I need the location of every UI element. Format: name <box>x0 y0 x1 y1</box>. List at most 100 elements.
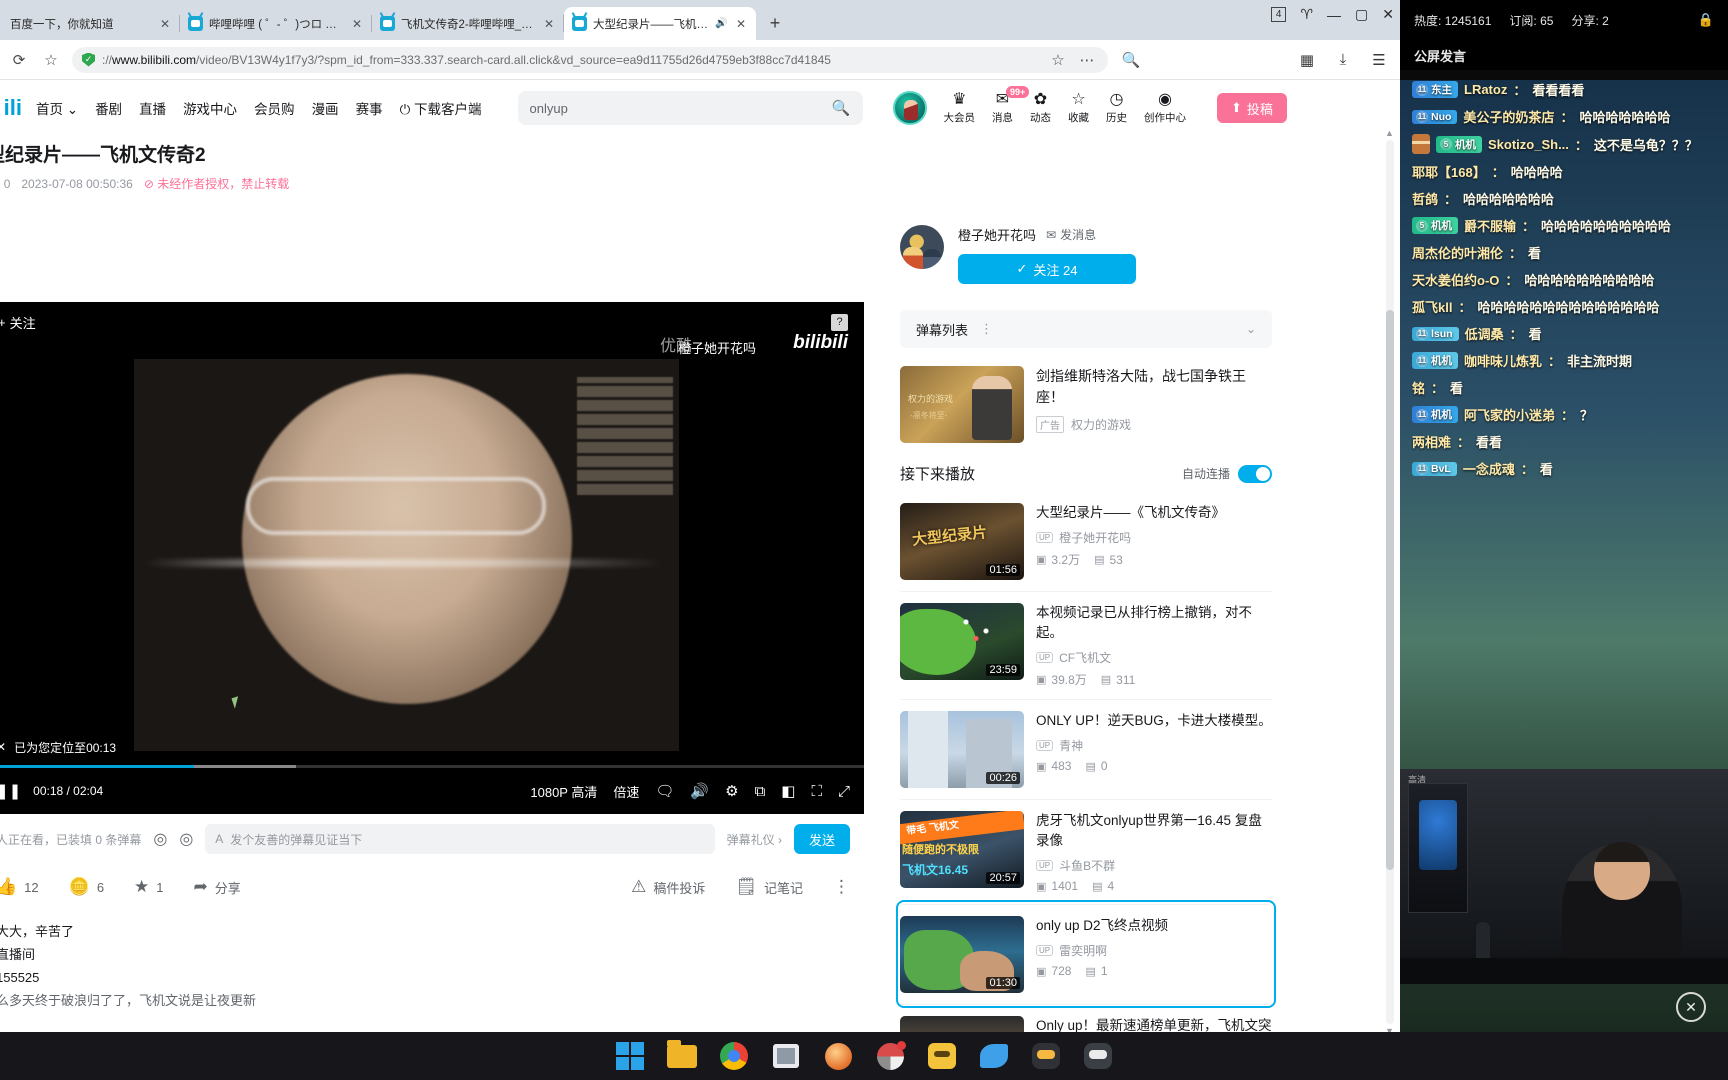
tab-close-icon[interactable]: ✕ <box>734 17 748 31</box>
profile-count-badge[interactable]: 4 <box>1270 7 1287 22</box>
nav-item-home[interactable]: 首页 ⌄ <box>36 98 78 118</box>
header-icon-creator[interactable]: ◉ 创作中心 <box>1144 91 1186 125</box>
video-title[interactable]: 大型纪录片——《飞机文传奇》 <box>1036 503 1272 523</box>
uploader-name[interactable]: 橙子她开花吗 <box>1059 529 1131 546</box>
webfullscreen-icon[interactable]: ⛶ <box>811 784 822 799</box>
page-scrollbar[interactable]: ▲ ▼ <box>1385 128 1394 1032</box>
note-button[interactable]: 🗒 记笔记 <box>735 877 803 897</box>
video-thumbnail[interactable]: 大型纪录片 01:56 <box>900 503 1024 580</box>
list-item[interactable]: 01:60 Only up！最新速通榜单更新，飞机文突破自我重回世… UP迈阿糖… <box>900 1004 1272 1032</box>
more-options-icon[interactable]: ⋯ <box>1076 51 1098 69</box>
header-icon-dynamic[interactable]: ✿ 动态 <box>1030 91 1051 125</box>
speed-selector[interactable]: 倍速 <box>613 782 639 801</box>
danmaku-settings-icon[interactable]: ◎ <box>153 829 167 849</box>
browser-tab-3-active[interactable]: 大型纪录片——飞机文传 🔊 ✕ <box>564 7 756 40</box>
nav-item-anime[interactable]: 番剧 <box>95 98 122 118</box>
video-thumbnail[interactable]: 带毛 飞机文 随便跑的不极限 飞机文16.45 20:57 <box>900 811 1024 888</box>
uploader-name[interactable]: 斗鱼B不群 <box>1059 857 1115 874</box>
subtitle-off-icon[interactable]: 🗨 <box>655 784 674 799</box>
tab-close-icon[interactable]: ✕ <box>350 17 364 31</box>
uploader-name[interactable]: 青神 <box>1059 737 1083 754</box>
tab-close-icon[interactable]: ✕ <box>158 17 172 31</box>
file-explorer-button[interactable] <box>664 1038 700 1074</box>
tab-close-icon[interactable]: ✕ <box>542 17 556 31</box>
app-tile-button[interactable] <box>768 1038 804 1074</box>
streamer-webcam[interactable]: 高清 <box>1400 769 1728 984</box>
header-icon-favorites[interactable]: ☆ 收藏 <box>1068 91 1089 125</box>
send-danmaku-button[interactable]: 发送 <box>794 824 850 854</box>
upload-button[interactable]: ⬆ 投稿 <box>1217 93 1287 123</box>
list-item[interactable]: 大型纪录片 01:56 大型纪录片——《飞机文传奇》 UP 橙子她开花吗 ▣ 3.2… <box>900 492 1272 591</box>
collections-icon[interactable]: ♈ <box>1300 6 1313 23</box>
uploader-name[interactable]: 雷奕明啊 <box>1059 942 1107 959</box>
coin-button[interactable]: 🪙 6 <box>69 877 104 897</box>
uploader-name[interactable]: 橙子她开花吗 <box>958 225 1036 244</box>
ad-title[interactable]: 剑指维斯特洛大陆，战七国争铁王座！ <box>1036 366 1272 408</box>
video-title[interactable]: ONLY UP！逆天BUG，卡进大楼模型。 <box>1036 711 1272 731</box>
ad-thumbnail[interactable]: 权力的游戏 -凛冬将至- <box>900 366 1024 443</box>
font-style-icon[interactable]: A <box>215 832 223 846</box>
report-button[interactable]: ⚠ 稿件投诉 <box>631 877 705 897</box>
list-item[interactable]: 23:59 本视频记录已从排行榜上撤销，对不起。 UP CF飞机文 ▣ 39.8万 … <box>900 591 1272 699</box>
video-thumbnail[interactable]: 01:60 <box>900 1016 1024 1032</box>
app-cat2-button[interactable] <box>1080 1038 1116 1074</box>
scroll-up-arrow-icon[interactable]: ▲ <box>1385 128 1394 138</box>
minimize-button[interactable]: — <box>1327 7 1341 23</box>
list-item-selected[interactable]: 01:30 only up D2飞终点视频 UP 雷奕明啊 ▣ 728 ▤ 1 <box>896 900 1276 1008</box>
reload-icon[interactable]: ⟳ <box>8 51 30 69</box>
search-input[interactable]: onlyup 🔍 <box>517 91 863 125</box>
header-icon-vip[interactable]: ♛ 大会员 <box>944 91 976 125</box>
app-ball-button[interactable] <box>872 1038 908 1074</box>
maximize-button[interactable]: ▢ <box>1355 6 1368 23</box>
danmaku-input[interactable]: A 发个友善的弹幕见证当下 <box>205 824 715 854</box>
video-thumbnail[interactable]: 00:26 <box>900 711 1024 788</box>
avatar[interactable] <box>900 225 944 269</box>
app-orange-button[interactable] <box>820 1038 856 1074</box>
bilibili-logo-icon[interactable]: ili <box>0 95 22 121</box>
danmaku-etiquette-link[interactable]: 弹幕礼仪 › <box>727 831 782 848</box>
browser-tab-1[interactable]: 哔哩哔哩 ( ゜- ゜)つロ 干杯~ ✕ <box>180 7 372 40</box>
browser-tab-2[interactable]: 飞机文传奇2-哔哩哔哩_Bilib ✕ <box>372 7 564 40</box>
live-chat-list[interactable]: 11 东主 LRatoz：看看看看 11 Nuo 美公子的奶茶店：哈哈哈哈哈哈哈 5… <box>1400 70 1728 482</box>
list-item[interactable]: 00:26 ONLY UP！逆天BUG，卡进大楼模型。 UP 青神 ▣ 483 ▤ 0 <box>900 699 1272 799</box>
start-button[interactable] <box>612 1038 648 1074</box>
scrollbar-thumb[interactable] <box>1386 310 1394 870</box>
autoplay-toggle[interactable]: 自动连播 <box>1182 464 1272 483</box>
fullscreen-icon[interactable]: ⤢ <box>838 784 850 799</box>
nav-item-manga[interactable]: 漫画 <box>312 98 339 118</box>
volume-icon[interactable]: 🔊 <box>690 784 709 799</box>
player-follow-button[interactable]: + 关注 <box>0 313 36 332</box>
video-thumbnail[interactable]: 23:59 <box>900 603 1024 680</box>
follow-button[interactable]: ✓ 关注 24 <box>958 254 1136 284</box>
list-item[interactable]: 带毛 飞机文 随便跑的不极限 飞机文16.45 20:57 虎牙飞机文onlyu… <box>900 799 1272 904</box>
header-icon-history[interactable]: ◷ 历史 <box>1106 91 1127 125</box>
nav-item-shop[interactable]: 会员购 <box>254 98 295 118</box>
bookmark-icon[interactable]: ☆ <box>40 51 62 69</box>
danmaku-list-header[interactable]: 弹幕列表 ⋮ ⌄ <box>900 310 1272 348</box>
video-player[interactable]: + 关注 ? 优酷 橙子她开花吗 bilibili ✕ 已为您定位至00:13 <box>0 302 864 814</box>
help-icon[interactable]: ? <box>831 313 848 331</box>
pause-button[interactable]: ❚❚ <box>0 784 21 799</box>
widescreen-icon[interactable]: ◧ <box>781 784 795 799</box>
video-title[interactable]: Only up！最新速通榜单更新，飞机文突破自我重回世… <box>1036 1016 1272 1032</box>
google-chrome-button[interactable] <box>716 1038 752 1074</box>
downloads-icon[interactable]: ⤓ <box>1330 51 1356 68</box>
video-title[interactable]: 虎牙飞机文onlyup世界第一16.45 复盘 录像 <box>1036 811 1272 851</box>
browser-menu-icon[interactable]: ☰ <box>1366 51 1392 69</box>
more-actions-button[interactable]: ⋮ <box>833 877 850 897</box>
tab-audio-muted-icon[interactable]: 🔊 <box>715 18 728 29</box>
send-message-button[interactable]: ✉ 发消息 <box>1046 226 1096 243</box>
uploader-name[interactable]: CF飞机文 <box>1059 649 1111 666</box>
browser-tab-0[interactable]: 百度一下，你就知道 ✕ <box>2 7 180 40</box>
address-bar[interactable]: ://www.bilibili.com/video/BV13W4y1f7y3/?… <box>72 46 1108 73</box>
nav-item-esports[interactable]: 赛事 <box>356 98 383 118</box>
settings-gear-icon[interactable]: ⚙ <box>725 784 738 799</box>
video-surface[interactable] <box>134 359 679 751</box>
app-bird-button[interactable] <box>976 1038 1012 1074</box>
video-title[interactable]: only up D2飞终点视频 <box>1036 916 1272 936</box>
nav-item-live[interactable]: 直播 <box>139 98 166 118</box>
star-icon[interactable]: ☆ <box>1047 51 1069 69</box>
share-button[interactable]: ➦ 分享 <box>194 877 241 897</box>
site-security-icon[interactable] <box>82 52 95 67</box>
quality-selector[interactable]: 1080P 高清 <box>530 782 597 801</box>
